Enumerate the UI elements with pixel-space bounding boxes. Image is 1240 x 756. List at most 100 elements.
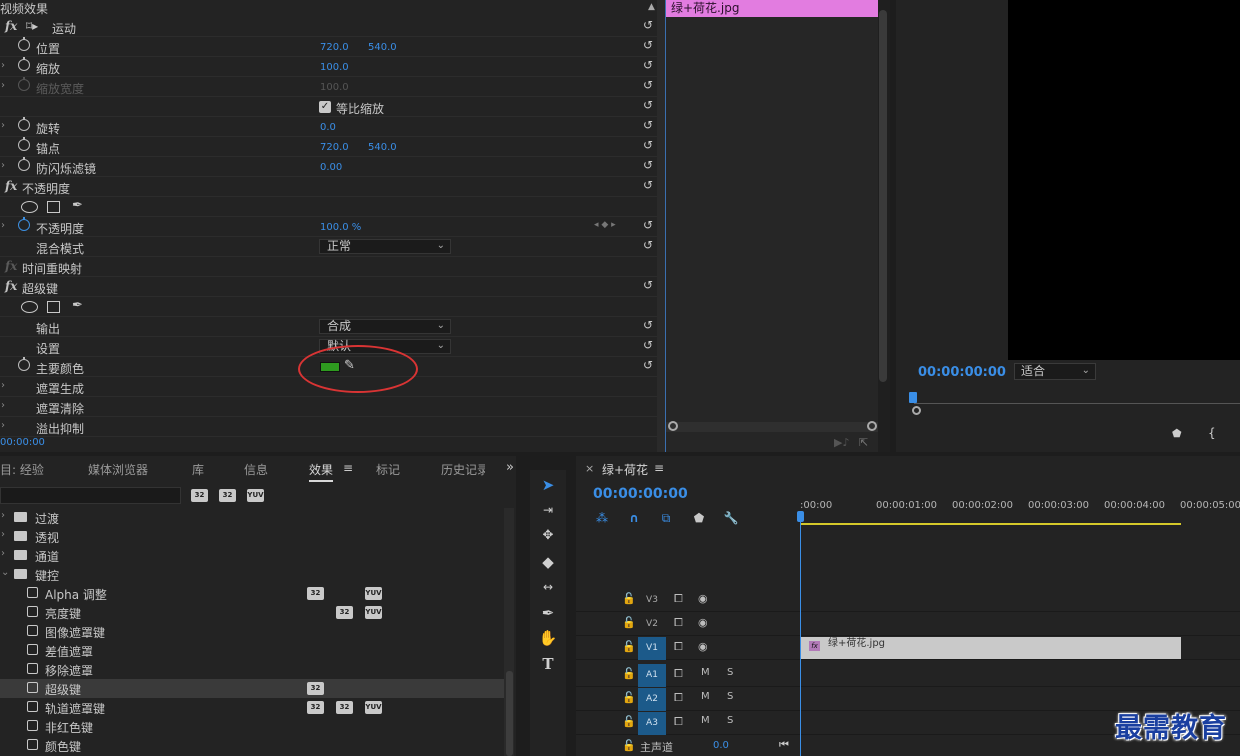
tab-media-browser[interactable]: 媒体浏览器 [88,461,148,478]
lock-icon[interactable]: 🔓 [622,667,636,680]
track-target-toggle[interactable]: V1 [638,637,666,660]
chevron-right-icon[interactable]: › [1,548,5,559]
effects-folder[interactable]: › 透视 [0,527,504,546]
stopwatch-icon[interactable] [18,37,30,51]
razor-tool-icon[interactable]: ◆ [538,552,558,572]
snap-icon[interactable]: ∩ [626,511,642,525]
export-icon[interactable]: ⇱ [859,436,868,449]
effects-folder[interactable]: ⌄ 键控 [0,565,504,584]
mark-in-icon[interactable]: { [1208,426,1216,440]
chevron-right-icon[interactable]: › [1,80,5,91]
track-target-toggle[interactable]: V3 [638,589,666,612]
timeline-timecode[interactable]: 00:00:00:00 [593,486,688,502]
panel-menu-icon[interactable]: ≡ [343,461,353,475]
anchor-x-value[interactable]: 720.0 [320,142,349,153]
ellipse-mask-icon[interactable] [21,301,38,313]
selection-tool-icon[interactable]: ➤ [538,475,558,495]
track-target-toggle[interactable]: V2 [638,613,666,636]
sync-lock-icon[interactable]: ⧠ [674,640,683,654]
type-tool-icon[interactable]: T [538,654,558,674]
reset-icon[interactable]: ↺ [643,39,656,52]
tab-history[interactable]: 历史记录 [441,461,485,478]
effect-item[interactable]: 亮度键 32 YUV [0,603,504,622]
solo-button[interactable]: S [727,715,733,726]
accelerated-effects-filter[interactable]: 32 [191,489,208,502]
param-matte-cleanup[interactable]: › 遮罩清除 [0,397,657,417]
position-x-value[interactable]: 720.0 [320,42,349,53]
sync-lock-icon[interactable]: ⧠ [674,592,683,606]
tab-project[interactable]: 目: 经验 [0,461,44,478]
solo-button[interactable]: S [727,667,733,678]
tab-markers[interactable]: 标记 [376,461,400,478]
reset-icon[interactable]: ↺ [643,319,656,332]
tab-info[interactable]: 信息 [244,461,268,478]
fit-dropdown[interactable]: 适合 ⌄ [1014,363,1096,380]
eye-icon[interactable]: ◉ [698,616,708,629]
sync-lock-icon[interactable]: ⧠ [674,691,683,705]
effects-search-input[interactable] [0,487,181,504]
output-dropdown[interactable]: 合成 ⌄ [319,319,451,334]
chevron-right-icon[interactable]: › [1,160,5,171]
sequence-tab[interactable]: 绿+荷花 [602,461,648,478]
program-timecode[interactable]: 00:00:00:00 [918,365,1006,380]
effect-item[interactable]: 轨道遮罩键 32 32 YUV [0,698,504,717]
lock-icon[interactable]: 🔓 [622,691,636,704]
lock-icon[interactable]: 🔓 [622,616,636,629]
pen-tool-icon[interactable]: ✒ [538,603,558,623]
32bit-effects-filter[interactable]: 32 [219,489,236,502]
param-spill-suppression[interactable]: › 溢出抑制 [0,417,657,437]
sync-lock-icon[interactable]: ⧠ [674,667,683,681]
reset-icon[interactable]: ↺ [643,359,656,372]
panel-menu-icon[interactable]: ≡ [654,461,664,475]
effect-controls-scrollbar[interactable] [657,0,665,452]
effects-folder[interactable]: › 过渡 [0,508,504,527]
collapse-up-icon[interactable]: ▲ [648,2,655,12]
stopwatch-icon[interactable] [18,157,30,171]
program-video-frame[interactable] [1008,0,1240,360]
zoom-handle-right[interactable] [867,421,877,431]
mute-button[interactable]: M [701,715,710,726]
chevron-right-icon[interactable]: › [1,120,5,131]
effect-time-remap[interactable]: fx 时间重映射 [0,257,657,277]
solo-button[interactable]: S [727,691,733,702]
stopwatch-icon[interactable] [18,357,30,371]
rotation-value[interactable]: 0.0 [320,122,336,133]
reset-icon[interactable]: ↺ [643,219,656,232]
reset-icon[interactable]: ↺ [643,179,656,192]
linked-selection-icon[interactable]: ⧉ [658,511,674,525]
chevron-right-icon[interactable]: › [1,220,5,231]
tab-library[interactable]: 库 [192,461,204,478]
track-target-toggle[interactable]: A1 [638,664,666,687]
mute-button[interactable]: M [701,667,710,678]
eye-icon[interactable]: ◉ [698,592,708,605]
chevron-right-icon[interactable]: › [1,400,5,411]
opacity-value[interactable]: 100.0 % [320,222,361,233]
play-audio-icon[interactable]: ▶♪ [834,436,849,449]
eye-icon[interactable]: ◉ [698,640,708,653]
rectangle-mask-icon[interactable] [47,301,60,313]
reset-icon[interactable]: ↺ [643,279,656,292]
timeline-zoom-scrollbar[interactable] [666,422,878,432]
tab-effects[interactable]: 效果 [309,461,334,482]
effect-item[interactable]: Alpha 调整 32 YUV [0,584,504,603]
reset-icon[interactable]: ↺ [643,59,656,72]
effects-scrollbar-thumb[interactable] [506,671,513,756]
ellipse-mask-icon[interactable] [21,201,38,213]
clip-bar[interactable]: 绿+荷花.jpg [666,0,878,17]
chevron-down-icon[interactable]: ⌄ [1,567,9,578]
chevron-right-icon[interactable]: › [1,510,5,521]
zoom-handle-left[interactable] [668,421,678,431]
program-playhead[interactable] [909,392,917,403]
effect-item[interactable]: 图像遮罩键 [0,622,504,641]
reset-icon[interactable]: ↺ [643,119,656,132]
position-y-value[interactable]: 540.0 [368,42,397,53]
chevron-right-icon[interactable]: › [1,529,5,540]
reset-icon[interactable]: ↺ [643,339,656,352]
effect-controls-timecode[interactable]: 00:00:00 [0,437,45,448]
stopwatch-icon[interactable] [18,117,30,131]
master-volume-value[interactable]: 0.0 [713,740,729,751]
mute-button[interactable]: M [701,691,710,702]
effect-item[interactable]: 非红色键 [0,717,504,736]
reset-icon[interactable]: ↺ [643,159,656,172]
lock-icon[interactable]: 🔓 [622,592,636,605]
